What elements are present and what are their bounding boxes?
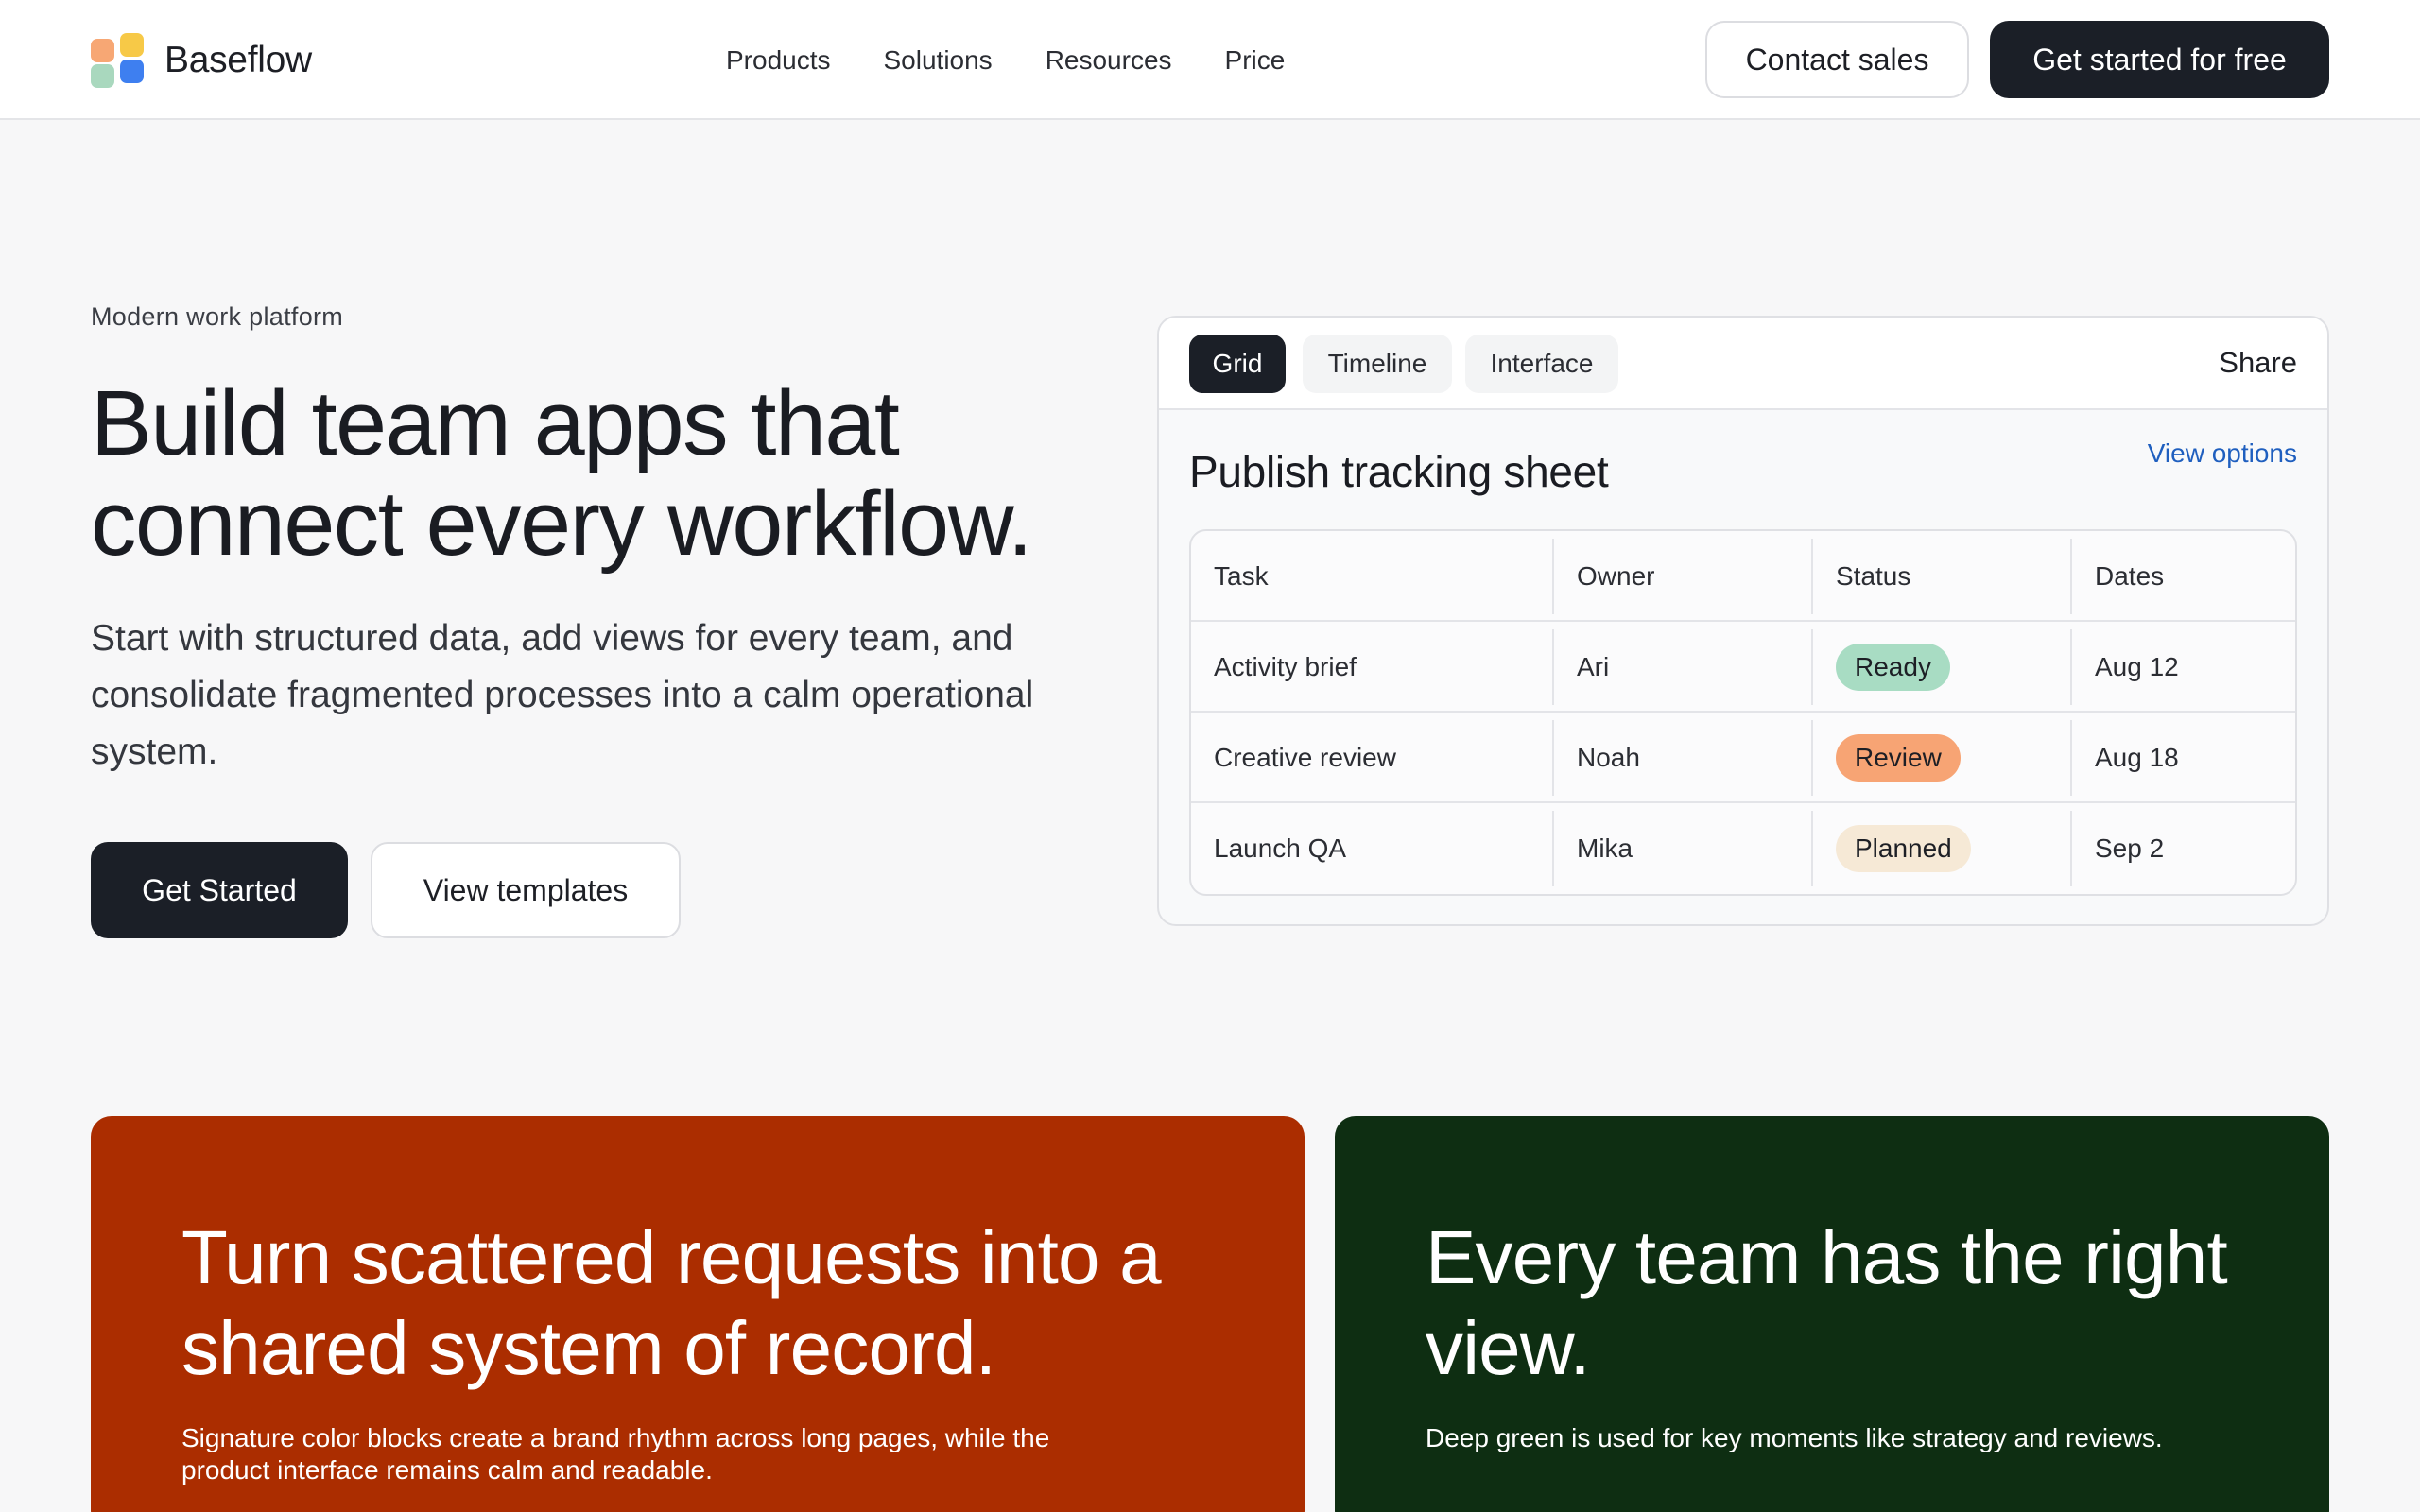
task-cell: Activity brief: [1214, 652, 1357, 681]
task-cell: Launch QA: [1214, 833, 1347, 863]
main-nav: Products Solutions Resources Price: [726, 42, 1338, 79]
brand[interactable]: Baseflow: [91, 32, 312, 89]
feature-block-text: Deep green is used for key moments like …: [1426, 1423, 2163, 1452]
date-cell: Sep 2: [2095, 833, 2165, 863]
hero-headline: Build team apps that connect every workf…: [91, 371, 1033, 575]
owner-cell: Mika: [1577, 833, 1634, 863]
status-badge: Review: [1836, 734, 1961, 782]
column-header-dates: Dates: [2095, 561, 2165, 591]
feature-block-title: Every team has the right view.: [1426, 1215, 2228, 1390]
task-cell: Creative review: [1214, 743, 1396, 772]
date-cell: Aug 18: [2095, 743, 2179, 772]
owner-cell: Ari: [1577, 652, 1610, 681]
status-cell: Planned: [1836, 803, 1971, 894]
feature-block-title: Turn scattered requests into a shared sy…: [182, 1215, 1162, 1390]
column-header-status: Status: [1836, 561, 1911, 591]
table-header-row: Task Owner Status Dates: [1191, 531, 2295, 622]
feature-block-text: Signature color blocks create a brand rh…: [182, 1423, 1050, 1485]
feature-block-records: Turn scattered requests into a shared sy…: [91, 1116, 1305, 1512]
get-started-button[interactable]: Get Started: [91, 842, 348, 938]
table-row[interactable]: Creative review Noah Review Aug 18: [1191, 713, 2295, 803]
nav-link-products[interactable]: Products: [726, 42, 831, 79]
status-cell: Review: [1836, 713, 1961, 803]
view-options-link[interactable]: View options: [2148, 438, 2297, 469]
nav-link-solutions[interactable]: Solutions: [884, 42, 993, 79]
view-templates-button[interactable]: View templates: [371, 842, 681, 938]
date-cell: Aug 12: [2095, 652, 2179, 681]
hero-lead: Start with structured data, add views fo…: [91, 618, 1034, 772]
status-badge: Planned: [1836, 825, 1971, 872]
owner-cell: Noah: [1577, 743, 1640, 772]
tab-timeline[interactable]: Timeline: [1303, 335, 1452, 393]
baseflow-logo-icon: [91, 33, 146, 88]
column-header-owner: Owner: [1577, 561, 1655, 591]
sheet-title: Publish tracking sheet: [1189, 447, 1609, 496]
brand-name: Baseflow: [164, 40, 312, 80]
nav-link-resources[interactable]: Resources: [1046, 42, 1172, 79]
get-started-free-button[interactable]: Get started for free: [1990, 21, 2329, 98]
top-navigation: Baseflow Products Solutions Resources Pr…: [0, 0, 2420, 120]
product-preview-card: Grid Timeline Interface Share Publish tr…: [1157, 316, 2329, 926]
column-header-task: Task: [1214, 561, 1269, 591]
tracking-table: Task Owner Status Dates Activity brief A…: [1189, 529, 2297, 896]
feature-block-views: Every team has the right view. Deep gree…: [1335, 1116, 2329, 1512]
hero-eyebrow: Modern work platform: [91, 302, 344, 331]
status-cell: Ready: [1836, 622, 1950, 713]
tab-grid[interactable]: Grid: [1189, 335, 1286, 393]
table-row[interactable]: Launch QA Mika Planned Sep 2: [1191, 803, 2295, 894]
tab-interface[interactable]: Interface: [1465, 335, 1618, 393]
share-button[interactable]: Share: [2219, 346, 2297, 380]
contact-sales-button[interactable]: Contact sales: [1705, 21, 1969, 98]
status-badge: Ready: [1836, 644, 1950, 691]
view-switcher-bar: Grid Timeline Interface Share: [1159, 318, 2327, 410]
table-row[interactable]: Activity brief Ari Ready Aug 12: [1191, 622, 2295, 713]
nav-link-price[interactable]: Price: [1225, 42, 1286, 79]
